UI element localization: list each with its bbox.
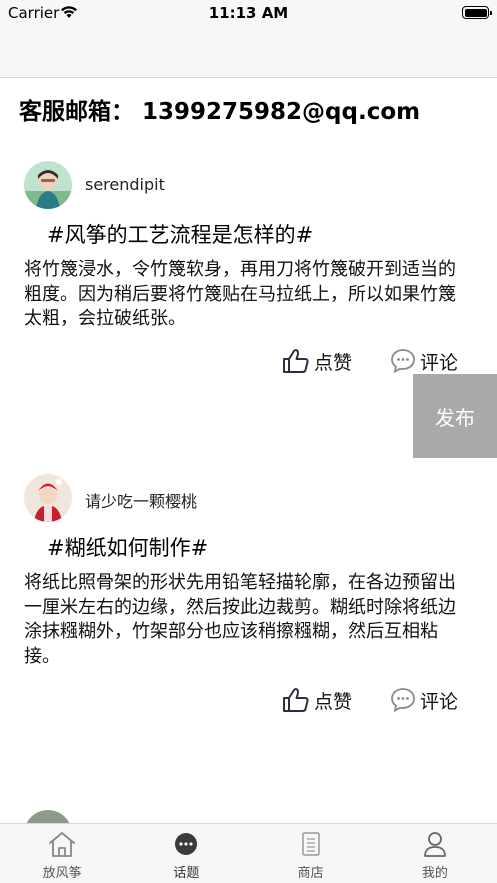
like-label: 点赞 (314, 351, 353, 374)
tab-label: 我的 (421, 866, 448, 881)
comment-button[interactable]: 评论 (390, 346, 458, 376)
service-email-label: 客服邮箱： (19, 99, 134, 125)
tab-label: 话题 (173, 866, 200, 881)
clock: 11:13 AM (208, 4, 289, 22)
chat-icon (175, 833, 198, 855)
tab-topics[interactable]: 话题 (124, 824, 248, 883)
post-username[interactable]: 请少吃一颗樱桃 (85, 488, 197, 512)
avatar[interactable] (24, 161, 72, 209)
publish-button[interactable]: 发布 (413, 374, 497, 458)
tab-fly-kite[interactable]: 放风筝 (0, 824, 124, 883)
post-content: 将竹篾浸水，令竹篾软身，再用刀将竹篾破开到适当的粗度。因为稍后要将竹篾贴在马拉纸… (24, 259, 456, 329)
comment-button[interactable]: 评论 (390, 685, 458, 715)
battery-icon (462, 6, 492, 19)
store-icon (301, 832, 320, 856)
avatar[interactable] (24, 474, 72, 522)
comment-icon (391, 349, 415, 374)
status-bar: Carrier 11:13 AM (0, 0, 497, 26)
tab-profile[interactable]: 我的 (373, 824, 497, 883)
tab-store[interactable]: 商店 (249, 824, 373, 883)
service-email-address[interactable]: 1399275982@qq.com (142, 99, 420, 125)
post-card: serendipit #风筝的工艺流程是怎样的# 将竹篾浸水，令竹篾软身，再用刀… (0, 161, 497, 386)
like-label: 点赞 (314, 690, 353, 713)
post-content: 将纸比照骨架的形状先用铅笔轻描轮廓，在各边预留出一厘米左右的边缘，然后按此边裁剪… (24, 572, 456, 667)
like-button[interactable]: 点赞 (282, 346, 352, 376)
tab-bar: 放风筝 话题 商店 我的 (0, 823, 497, 883)
thumbs-up-icon (283, 688, 309, 712)
profile-icon (423, 832, 446, 857)
post-topic[interactable]: #风筝的工艺流程是怎样的# (47, 219, 313, 249)
post-username[interactable]: serendipit (85, 175, 165, 194)
comment-label: 评论 (420, 351, 459, 374)
home-icon (49, 832, 76, 857)
tab-label: 商店 (297, 866, 324, 881)
tab-label: 放风筝 (42, 866, 82, 881)
thumbs-up-icon (283, 349, 309, 373)
comment-icon (391, 688, 415, 713)
navigation-bar (0, 26, 497, 78)
post-card: 请少吃一颗樱桃 #糊纸如何制作# 将纸比照骨架的形状先用铅笔轻描轮廓，在各边预留… (0, 474, 497, 713)
post-topic[interactable]: #糊纸如何制作# (47, 532, 208, 562)
service-email-line: 客服邮箱： 1399275982@qq.com (19, 92, 420, 126)
comment-label: 评论 (420, 690, 459, 713)
avatar[interactable] (24, 810, 72, 823)
like-button[interactable]: 点赞 (282, 685, 352, 715)
